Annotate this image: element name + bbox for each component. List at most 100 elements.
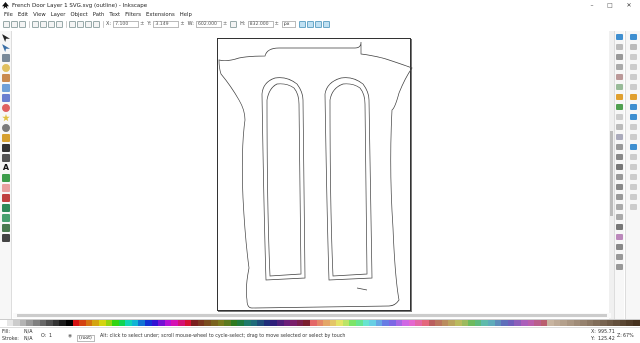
snap-bbox-icon[interactable] (630, 44, 637, 50)
palette-swatch[interactable] (448, 320, 455, 326)
palette-swatch[interactable] (356, 320, 363, 326)
palette-swatch[interactable] (105, 320, 113, 326)
palette-swatch[interactable] (540, 320, 548, 326)
connector-tool-icon[interactable] (2, 234, 10, 242)
snap-nodes-icon[interactable] (630, 94, 637, 100)
x-input[interactable]: 7.100 (113, 20, 140, 28)
palette-swatch[interactable] (19, 320, 27, 326)
palette-swatch[interactable] (296, 320, 304, 326)
palette-swatch[interactable] (138, 320, 146, 326)
palette-swatch[interactable] (46, 320, 53, 326)
palette-swatch[interactable] (580, 320, 587, 326)
palette-swatch[interactable] (547, 320, 554, 326)
palette-swatch[interactable] (32, 320, 40, 326)
menu-object[interactable]: Object (71, 12, 88, 18)
palette-swatch[interactable] (250, 320, 258, 326)
palette-swatch[interactable] (369, 320, 376, 326)
clone-icon[interactable] (616, 184, 623, 190)
palette-swatch[interactable] (441, 320, 449, 326)
palette-swatch[interactable] (39, 320, 47, 326)
palette-swatch[interactable] (158, 320, 165, 326)
dropper-tool-icon[interactable] (2, 224, 10, 232)
x-stepper[interactable]: ± (140, 21, 144, 27)
snap-text-baseline-icon[interactable] (630, 174, 637, 180)
y-stepper[interactable]: ± (180, 21, 184, 27)
group-icon[interactable] (616, 204, 623, 210)
opacity-value[interactable]: 1 (49, 334, 52, 339)
palette-swatch[interactable] (600, 320, 607, 326)
fill-stroke-icon[interactable] (616, 224, 623, 230)
palette-swatch[interactable] (118, 320, 126, 326)
palette-swatch[interactable] (85, 320, 93, 326)
palette-swatch[interactable] (303, 320, 310, 326)
palette-swatch[interactable] (131, 320, 139, 326)
palette-swatch[interactable] (171, 320, 179, 326)
door-outline-drawing[interactable] (217, 38, 413, 313)
paint-bucket-tool-icon[interactable] (2, 194, 10, 202)
palette-swatch[interactable] (257, 320, 264, 326)
palette-swatch[interactable] (375, 320, 383, 326)
palette-swatch[interactable] (283, 320, 291, 326)
minimize-button[interactable]: – (585, 0, 599, 11)
palette-swatch[interactable] (316, 320, 324, 326)
palette-swatch[interactable] (211, 320, 218, 326)
palette-swatch[interactable] (178, 320, 185, 326)
measure-tool-icon[interactable] (2, 74, 10, 82)
palette-swatch[interactable] (534, 320, 541, 326)
text-font-icon[interactable] (616, 234, 623, 240)
palette-swatch[interactable] (428, 320, 436, 326)
spiral-tool-icon[interactable] (2, 124, 10, 132)
palette-swatch[interactable] (520, 320, 528, 326)
h-stepper[interactable]: ± (275, 21, 279, 27)
palette-swatch[interactable] (191, 320, 198, 326)
copy-icon[interactable] (616, 114, 623, 120)
palette-swatch[interactable] (389, 320, 396, 326)
pen-tool-icon[interactable] (2, 144, 10, 152)
menu-file[interactable]: File (4, 12, 13, 18)
snap-bbox-midpoints-icon[interactable] (630, 74, 637, 80)
zoom-drawing-icon[interactable] (616, 154, 623, 160)
snap-bbox-edges-icon[interactable] (630, 54, 637, 60)
palette-swatch[interactable] (0, 320, 7, 326)
palette-swatch[interactable] (270, 320, 277, 326)
duplicate-icon[interactable] (616, 174, 623, 180)
palette-swatch[interactable] (276, 320, 284, 326)
palette-swatch[interactable] (92, 320, 99, 326)
text-tool-icon[interactable]: A (2, 164, 10, 172)
open-file-icon[interactable] (616, 44, 623, 50)
palette-swatch[interactable] (125, 320, 132, 326)
snap-cusp-icon[interactable] (630, 124, 637, 130)
palette-swatch[interactable] (184, 320, 192, 326)
palette-swatch[interactable] (593, 320, 601, 326)
snap-bbox-centers-icon[interactable] (630, 84, 637, 90)
palette-swatch[interactable] (573, 320, 581, 326)
palette-swatch[interactable] (79, 320, 86, 326)
tweak-tool-icon[interactable] (2, 54, 10, 62)
zoom-page-icon[interactable] (616, 164, 623, 170)
layer-visibility-icon[interactable]: ◉ (68, 334, 72, 339)
export-icon[interactable] (616, 84, 623, 90)
select-all-icon[interactable] (3, 20, 10, 28)
palette-swatch[interactable] (342, 320, 350, 326)
new-document-icon[interactable] (616, 34, 623, 40)
lower-icon[interactable] (85, 20, 92, 28)
palette-swatch[interactable] (26, 320, 33, 326)
calligraphy-tool-icon[interactable] (2, 154, 10, 162)
palette-swatch[interactable] (164, 320, 172, 326)
palette-swatch[interactable] (52, 320, 60, 326)
unit-select[interactable]: px (281, 20, 296, 28)
rotate-cw-icon[interactable] (40, 20, 47, 28)
w-stepper[interactable]: ± (223, 21, 227, 27)
palette-swatch[interactable] (382, 320, 390, 326)
palette-swatch[interactable] (197, 320, 205, 326)
zoom-selection-icon[interactable] (616, 144, 623, 150)
w-input[interactable]: 602.000 (195, 20, 222, 28)
eraser-tool-icon[interactable] (2, 184, 10, 192)
palette-swatch[interactable] (237, 320, 244, 326)
palette-swatch[interactable] (59, 320, 66, 326)
horizontal-scroll-thumb[interactable] (17, 314, 607, 317)
palette-swatch[interactable] (454, 320, 462, 326)
palette-swatch[interactable] (13, 320, 20, 326)
palette-swatch[interactable] (329, 320, 337, 326)
spray-tool-icon[interactable] (2, 174, 10, 182)
